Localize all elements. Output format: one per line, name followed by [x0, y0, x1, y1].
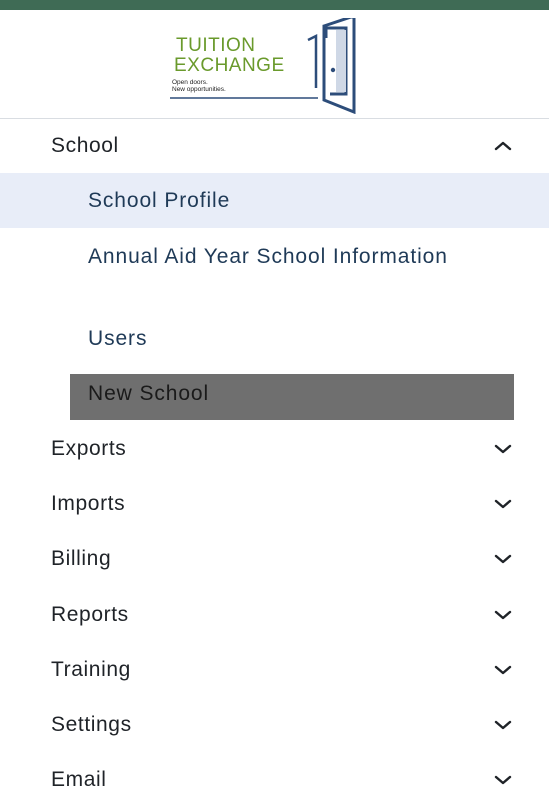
- nav-item-users[interactable]: Users: [0, 311, 549, 366]
- nav-item-label: School Profile: [88, 188, 231, 212]
- nav-section-label: Settings: [51, 712, 132, 736]
- nav-section-exports[interactable]: Exports: [0, 421, 549, 476]
- nav-item-label: Users: [88, 326, 148, 350]
- tuition-exchange-logo[interactable]: TUITION EXCHANGE Open doors. New opportu…: [168, 18, 418, 114]
- nav-section-label: School: [51, 133, 119, 157]
- nav-section-label: Reports: [51, 602, 129, 626]
- logo-area: TUITION EXCHANGE Open doors. New opportu…: [0, 10, 549, 118]
- nav-section-label: Training: [51, 657, 131, 681]
- nav-item-school-profile[interactable]: School Profile: [0, 173, 549, 228]
- nav-item-label: Annual Aid Year School Information: [88, 245, 448, 268]
- nav-section-imports[interactable]: Imports: [0, 476, 549, 531]
- nav-item-annual-aid-year-school-information[interactable]: Annual Aid Year School Information: [0, 230, 549, 314]
- chevron-down-icon[interactable]: [493, 498, 513, 510]
- chevron-down-icon[interactable]: [493, 609, 513, 621]
- nav-item-label: New School: [88, 381, 210, 405]
- nav-section-label: Exports: [51, 436, 127, 460]
- chevron-down-icon[interactable]: [493, 664, 513, 676]
- top-accent-bar: [0, 0, 549, 10]
- logo-tagline: Open doors. New opportunities.: [172, 79, 226, 93]
- nav-item-new-school[interactable]: New School: [0, 366, 549, 421]
- nav-section-settings[interactable]: Settings: [0, 697, 549, 752]
- logo-wordmark: TUITION EXCHANGE: [174, 36, 285, 76]
- logo-line-1: TUITION: [176, 35, 256, 56]
- nav-section-label: Imports: [51, 491, 126, 515]
- logo-tagline-2: New opportunities.: [172, 86, 226, 93]
- logo-line-2: EXCHANGE: [174, 55, 285, 76]
- nav-section-training[interactable]: Training: [0, 642, 549, 697]
- chevron-down-icon[interactable]: [493, 553, 513, 565]
- logo-tagline-1: Open doors.: [172, 79, 208, 86]
- chevron-down-icon[interactable]: [493, 719, 513, 731]
- chevron-down-icon[interactable]: [493, 443, 513, 455]
- nav-section-school[interactable]: School: [0, 118, 549, 173]
- nav-section-billing[interactable]: Billing: [0, 531, 549, 586]
- nav-section-label: Billing: [51, 546, 112, 570]
- chevron-down-icon[interactable]: [493, 774, 513, 786]
- chevron-up-icon[interactable]: [493, 140, 513, 152]
- nav-section-reports[interactable]: Reports: [0, 587, 549, 642]
- nav-section-label: Email: [51, 767, 107, 791]
- nav-section-email[interactable]: Email: [0, 752, 549, 791]
